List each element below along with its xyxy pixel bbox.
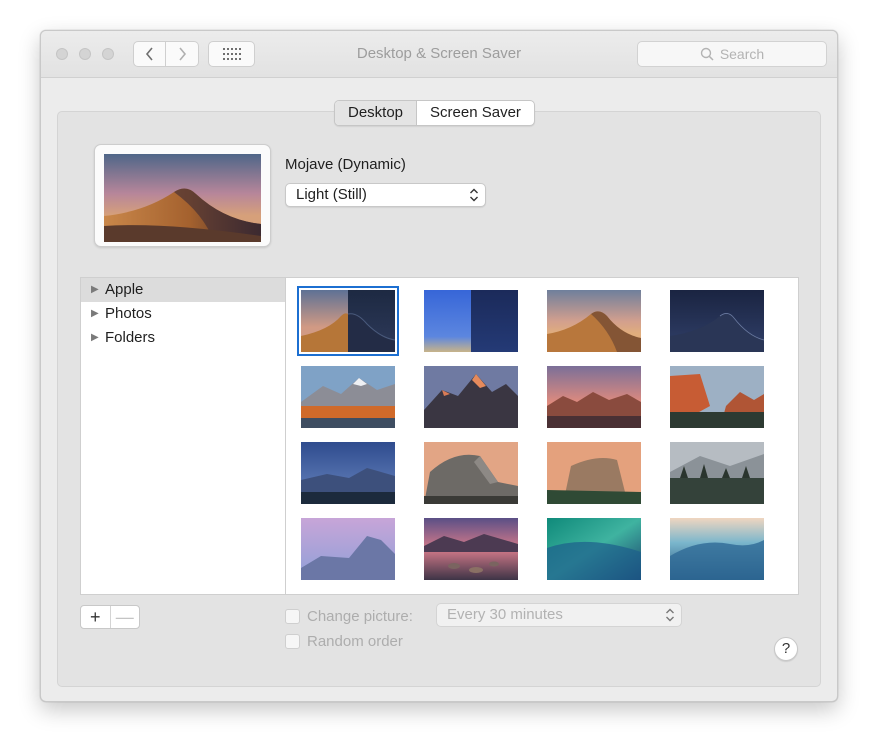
thumbnail-half-dome[interactable] <box>424 442 518 504</box>
change-interval-popup[interactable]: Every 30 minutes <box>436 603 682 627</box>
add-folder-button[interactable]: + <box>81 606 110 628</box>
change-picture-label: Change picture: <box>307 608 413 625</box>
disclosure-triangle-icon[interactable]: ▶ <box>91 303 101 325</box>
source-item-label: Folders <box>105 329 156 346</box>
thumbnail-el-capitan-rock[interactable] <box>547 442 641 504</box>
add-remove-buttons: + — <box>80 605 140 629</box>
source-item-label: Apple <box>105 281 144 298</box>
thumbnail-el-capitan[interactable] <box>670 366 764 428</box>
source-item-apple[interactable]: ▶ Apple <box>81 278 285 302</box>
appearance-value: Light (Still) <box>296 186 367 203</box>
updown-arrows-icon <box>666 608 674 622</box>
title-bar: Desktop & Screen Saver Search <box>41 31 837 78</box>
tab-control: Desktop Screen Saver <box>334 100 535 126</box>
change-interval-value: Every 30 minutes <box>447 606 563 623</box>
change-picture-checkbox[interactable] <box>285 609 300 624</box>
thumbnail-lake-sunset[interactable] <box>424 518 518 580</box>
thumbnail-mojave-dynamic[interactable] <box>297 286 399 356</box>
thumbnail-wave-blue[interactable] <box>670 518 764 580</box>
source-list: ▶ Apple ▶ Photos ▶ Folders <box>80 277 286 595</box>
thumbnail-high-sierra[interactable] <box>301 366 395 428</box>
search-placeholder: Search <box>719 46 765 62</box>
thumbnail-yosemite-purple[interactable] <box>301 518 395 580</box>
thumbnail-mojave-night[interactable] <box>670 290 764 352</box>
wallpaper-name: Mojave (Dynamic) <box>285 156 406 173</box>
change-picture-row: Change picture: <box>285 608 413 625</box>
tab-desktop[interactable]: Desktop <box>335 101 418 125</box>
thumbnail-sierra-sunset[interactable] <box>547 366 641 428</box>
tab-screen-saver[interactable]: Screen Saver <box>417 101 534 125</box>
search-icon <box>700 47 714 61</box>
source-item-photos[interactable]: ▶ Photos <box>81 302 285 326</box>
wallpaper-grid <box>286 277 799 595</box>
disclosure-triangle-icon[interactable]: ▶ <box>91 279 101 301</box>
thumbnail-yosemite-forest[interactable] <box>670 442 764 504</box>
source-item-label: Photos <box>105 305 152 322</box>
mojave-preview-image <box>104 154 261 242</box>
preferences-window: Desktop & Screen Saver Search Desktop Sc… <box>40 30 838 702</box>
search-field[interactable]: Search <box>637 41 827 67</box>
random-order-label: Random order <box>307 633 403 650</box>
source-item-folders[interactable]: ▶ Folders <box>81 326 285 350</box>
thumbnail-yosemite-valley[interactable] <box>301 442 395 504</box>
thumbnail-wave-green[interactable] <box>547 518 641 580</box>
remove-folder-button[interactable]: — <box>109 606 140 628</box>
random-order-row: Random order <box>285 633 403 650</box>
wallpaper-preview <box>94 144 271 247</box>
disclosure-triangle-icon[interactable]: ▶ <box>91 327 101 349</box>
thumbnail-sierra[interactable] <box>424 366 518 428</box>
appearance-popup[interactable]: Light (Still) <box>285 183 486 207</box>
thumbnail-solid-blue-gradient[interactable] <box>424 290 518 352</box>
help-button[interactable]: ? <box>774 637 798 661</box>
thumbnail-mojave-day[interactable] <box>547 290 641 352</box>
updown-arrows-icon <box>470 188 478 202</box>
random-order-checkbox[interactable] <box>285 634 300 649</box>
